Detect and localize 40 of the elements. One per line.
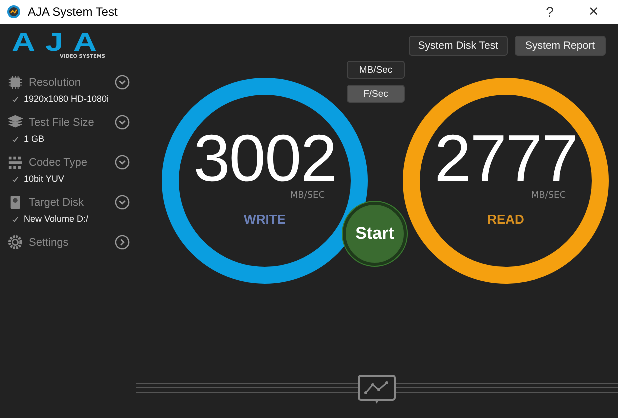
grid-icon (8, 155, 23, 170)
app-icon (7, 5, 21, 19)
drive-icon (8, 195, 23, 210)
check-icon (12, 96, 19, 102)
chart-icon[interactable] (358, 375, 396, 405)
chevron-right-icon[interactable] (115, 235, 130, 250)
setting-label: Test File Size (29, 116, 96, 128)
disk-test-button[interactable]: System Disk Test (409, 36, 508, 56)
check-icon (12, 216, 19, 222)
gauge-value: 3002 (194, 123, 336, 193)
setting-value: 1920x1080 HD-1080i (24, 94, 110, 104)
report-button[interactable]: System Report (514, 36, 606, 56)
chip-icon (8, 75, 23, 90)
setting-value: 10bit YUV (24, 174, 64, 184)
setting-label: Codec Type (29, 156, 89, 168)
gauge-unit: MB/SEC (290, 191, 325, 201)
setting-value: New Volume D:/ (24, 214, 89, 224)
gauge-label: WRITE (244, 212, 286, 227)
chevron-down-icon[interactable] (115, 75, 130, 90)
close-button[interactable]: × (570, 0, 618, 24)
chevron-down-icon[interactable] (115, 155, 130, 170)
gauge-label: READ (488, 212, 524, 227)
setting-label: Settings (29, 236, 70, 248)
chevron-down-icon[interactable] (115, 115, 130, 130)
help-button[interactable]: ? (530, 0, 570, 24)
unit-button[interactable]: MB/Sec (347, 61, 405, 79)
stack-icon (8, 115, 23, 130)
gear-icon (8, 235, 23, 250)
setting-value: 1 GB (24, 134, 45, 144)
gauge-value: 2777 (434, 123, 578, 193)
logo-text: AJA (12, 30, 108, 54)
unit-button[interactable]: F/Sec (347, 85, 405, 103)
check-icon (12, 176, 19, 182)
gauge-unit: MB/SEC (531, 191, 566, 201)
setting-label: Target Disk (29, 196, 86, 208)
check-icon (12, 136, 19, 142)
start-button[interactable]: Start (343, 202, 407, 266)
window-title: AJA System Test (28, 5, 118, 19)
chevron-down-icon[interactable] (115, 195, 130, 210)
setting-label: Resolution (29, 76, 82, 88)
